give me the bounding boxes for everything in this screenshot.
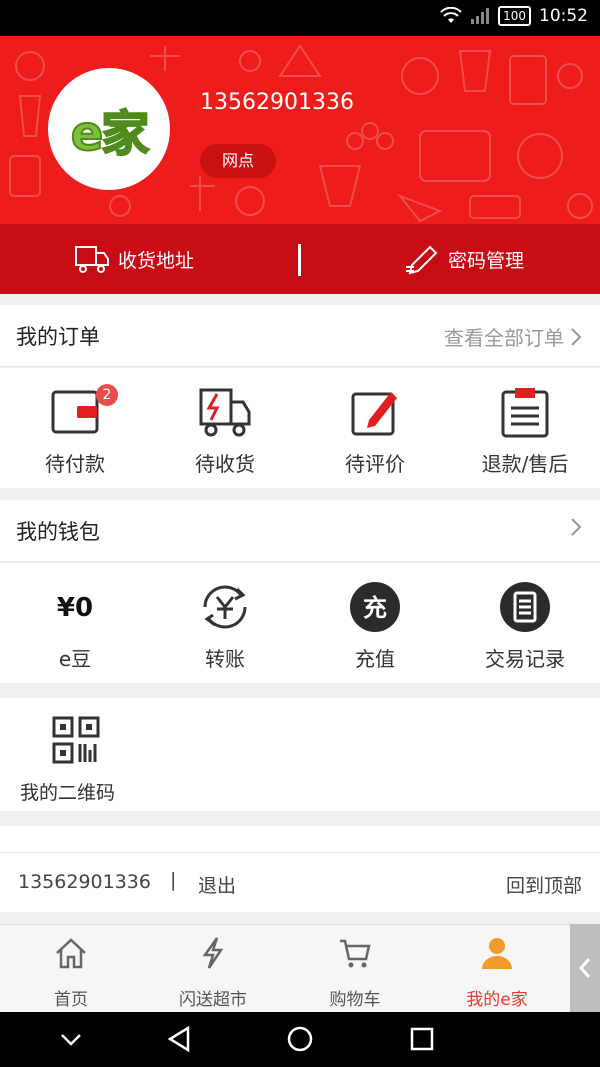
delivery-truck-icon (199, 388, 251, 437)
footer-separator: | (170, 869, 177, 891)
wallet-icon (51, 390, 99, 434)
refund-label: 退款/售后 (481, 452, 569, 476)
footer-phone: 13562901336 (18, 871, 151, 893)
profile-header: e家 13562901336 网点 (0, 36, 600, 224)
side-drawer-handle[interactable] (570, 924, 600, 1012)
brand-logo: e家 (70, 105, 151, 163)
pending-payment-badge: 2 (96, 384, 118, 406)
pending-receipt-label: 待收货 (195, 452, 255, 476)
recents-icon[interactable] (407, 1024, 437, 1054)
order-pending-review[interactable]: 待评价 (300, 368, 450, 488)
delivery-truck-icon (75, 246, 109, 273)
shortcuts-divider (298, 244, 301, 276)
chevron-right-icon (571, 327, 582, 346)
chevron-down-icon[interactable] (56, 1024, 86, 1054)
clipboard-icon (501, 388, 549, 438)
order-refund[interactable]: 退款/售后 (450, 368, 600, 488)
order-pending-payment[interactable]: 2 待付款 (0, 368, 150, 488)
system-nav-bar (0, 1012, 600, 1067)
edit-pen-icon (406, 245, 438, 275)
tab-my-ejia[interactable]: 我的e家 (426, 925, 568, 1013)
role-tag: 网点 (200, 144, 277, 178)
tab-flash-market[interactable]: 闪送超市 (142, 925, 284, 1013)
person-icon (482, 938, 512, 969)
transfer-label: 转账 (205, 647, 245, 671)
recharge-icon: 充 (350, 582, 400, 632)
home-icon (56, 938, 86, 969)
wallet-more[interactable] (570, 517, 582, 537)
edou-label: e豆 (58, 647, 92, 671)
clock: 10:52 (539, 6, 588, 26)
lightning-icon (202, 937, 224, 969)
qr-code-label: 我的二维码 (20, 782, 116, 804)
tab-home[interactable]: 首页 (0, 925, 142, 1013)
bottom-tab-bar: 首页 闪送超市 购物车 我的e家 (0, 924, 600, 1012)
tab-cart[interactable]: 购物车 (284, 925, 426, 1013)
transfer-yen-icon (203, 585, 247, 629)
tab-flash-market-label: 闪送超市 (179, 990, 247, 1010)
battery-indicator: 100 (498, 6, 531, 26)
order-pending-receipt[interactable]: 待收货 (150, 368, 300, 488)
review-pen-icon (351, 392, 397, 436)
records-label: 交易记录 (485, 647, 565, 671)
back-to-top-link[interactable]: 回到顶部 (506, 871, 582, 898)
view-all-orders-link[interactable]: 查看全部订单 (444, 322, 582, 351)
tab-cart-label: 购物车 (329, 990, 381, 1010)
pending-payment-label: 待付款 (45, 452, 105, 476)
user-phone: 13562901336 (200, 90, 354, 115)
wallet-title: 我的钱包 (16, 520, 100, 544)
logout-link[interactable]: 退出 (198, 871, 236, 898)
wallet-records[interactable]: 交易记录 (450, 563, 600, 683)
edou-balance: ¥0 (56, 593, 94, 623)
signal-icon (471, 8, 490, 24)
wifi-icon (440, 7, 462, 23)
wallet-recharge[interactable]: 充 充值 (300, 563, 450, 683)
account-shortcuts-bar: 收货地址 密码管理 (0, 224, 600, 294)
back-icon[interactable] (164, 1024, 194, 1054)
password-button[interactable]: 密码管理 (404, 224, 524, 294)
records-icon (500, 582, 550, 632)
orders-header: 我的订单 查看全部订单 (0, 305, 600, 367)
tab-my-ejia-label: 我的e家 (466, 990, 528, 1010)
logout-strip-clipped (0, 826, 600, 852)
cart-icon (340, 939, 371, 968)
pending-review-label: 待评价 (345, 452, 405, 476)
page-footer: 13562901336 | 退出 回到顶部 (0, 852, 600, 912)
qr-code-icon (52, 716, 100, 764)
wallet-grid: ¥0 e豆 转账 充 充值 交易记录 (0, 563, 600, 683)
wallet-edou[interactable]: ¥0 e豆 (0, 563, 150, 683)
orders-title: 我的订单 (16, 325, 100, 349)
recharge-label: 充值 (355, 647, 395, 671)
address-button[interactable]: 收货地址 (74, 224, 194, 294)
status-bar: 100 10:52 (0, 0, 600, 36)
orders-grid: 2 待付款 待收货 待评价 退款/售后 (0, 368, 600, 488)
tab-home-label: 首页 (54, 990, 88, 1010)
qr-code-entry[interactable]: 我的二维码 (0, 698, 600, 811)
address-label: 收货地址 (118, 249, 195, 272)
password-label: 密码管理 (448, 249, 525, 272)
chevron-left-icon (578, 958, 591, 978)
wallet-transfer[interactable]: 转账 (150, 563, 300, 683)
chevron-right-icon (571, 518, 582, 536)
view-all-orders-label: 查看全部订单 (444, 326, 564, 350)
home-circle-icon[interactable] (285, 1024, 315, 1054)
wallet-header[interactable]: 我的钱包 (0, 500, 600, 562)
avatar[interactable]: e家 (48, 68, 170, 190)
recharge-icon-glyph: 充 (363, 594, 387, 622)
